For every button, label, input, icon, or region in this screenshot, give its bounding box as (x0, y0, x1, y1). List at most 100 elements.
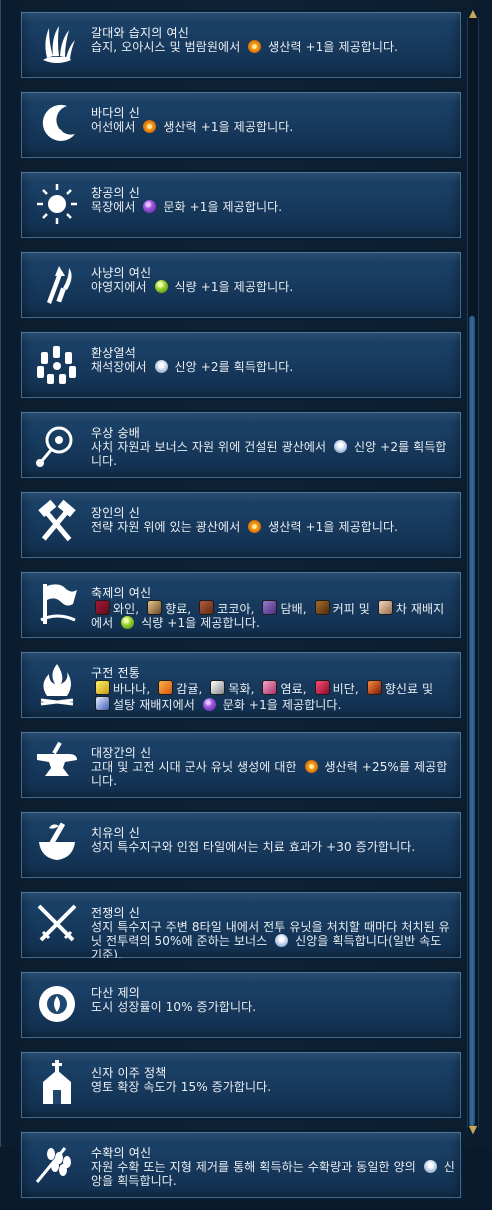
belief-description: 사치 자원과 보너스 자원 위에 건설된 광산에서 신앙 +2를 획득합니다. (91, 440, 455, 468)
incense-icon (147, 600, 163, 615)
marsh-reeds-icon (29, 16, 85, 72)
scrollbar[interactable] (467, 18, 479, 1128)
stone-circle-icon (29, 336, 85, 392)
description-text: 신앙 +2를 획득합니다. (170, 360, 294, 374)
mortar-pestle-icon (29, 816, 85, 872)
description-text: 코코아, (217, 602, 259, 616)
cocoa-icon (199, 600, 215, 615)
anvil-icon (29, 736, 85, 792)
description-text: 문화 +1을 제공합니다. (218, 698, 342, 712)
pantheon-panel: 갈대와 습지의 여신 습지, 오아시스 및 범람원에서 생산력 +1을 제공합니다… (0, 0, 492, 1200)
belief-title: 구전 전통 (91, 666, 140, 680)
description-text: 생산력 +1을 제공합니다. (264, 40, 399, 54)
scroll-thumb[interactable] (469, 316, 475, 1126)
belief-card[interactable]: 바다의 신 어선에서 생산력 +1을 제공합니다. (19, 90, 463, 160)
crossed-swords-icon (29, 896, 85, 952)
description-text: 채석장에서 (91, 360, 151, 374)
belief-card[interactable]: 전쟁의 신 성지 특수지구 주변 8타일 내에서 전투 유닛을 처치할 때마다 처… (19, 890, 463, 960)
description-text: 목장에서 (91, 200, 140, 214)
description-text: 성지 특수지구와 인접 타일에서는 치료 효과가 +30 증가합니다. (91, 840, 416, 854)
belief-card[interactable]: 수확의 여신 자원 수확 또는 지형 제거를 통해 획득하는 수확량과 동일한 양… (19, 1130, 463, 1200)
belief-title: 창공의 신 (91, 186, 140, 200)
description-text: 목화, (228, 682, 259, 696)
belief-card[interactable]: 환상열석 채석장에서 신앙 +2를 획득합니다. (19, 330, 463, 400)
crescent-waves-icon (29, 96, 85, 152)
scroll-down-arrow-icon[interactable]: ▼ (467, 1124, 479, 1136)
coffee-icon (314, 600, 330, 615)
belief-title: 다산 제의 (91, 986, 140, 1000)
culture-icon (202, 698, 216, 711)
belief-description: 고대 및 고전 시대 군사 유닛 생성에 대한 생산력 +25%를 제공합니다. (91, 760, 455, 788)
description-text: 전략 자원 위에 있는 광산에서 (91, 520, 245, 534)
description-text: 생산력 +1을 제공합니다. (264, 520, 399, 534)
belief-title: 우상 숭배 (91, 426, 140, 440)
belief-description: 영토 확장 속도가 15% 증가합니다. (91, 1080, 455, 1094)
description-text: 생산력 +1을 제공합니다. (159, 120, 294, 134)
silk-icon (314, 680, 330, 695)
belief-description: 와인, 향료, 코코아, 담배, 커피 및 차 재배지에서 식량 +1을 제공합… (91, 600, 455, 630)
belief-title: 사냥의 여신 (91, 266, 152, 280)
tobacco-icon (262, 600, 278, 615)
belief-title: 갈대와 습지의 여신 (91, 26, 189, 40)
belief-description: 목장에서 문화 +1을 제공합니다. (91, 200, 455, 214)
food-icon (121, 616, 135, 629)
belief-card[interactable]: 갈대와 습지의 여신 습지, 오아시스 및 범람원에서 생산력 +1을 제공합니다… (19, 10, 463, 80)
description-text: 염료, (280, 682, 311, 696)
production-icon (248, 520, 262, 533)
belief-description: 성지 특수지구와 인접 타일에서는 치료 효과가 +30 증가합니다. (91, 840, 455, 854)
description-text: 비단, (332, 682, 363, 696)
banana-icon (95, 680, 110, 695)
sugar-icon (95, 696, 110, 711)
cotton-icon (210, 680, 226, 695)
description-text: 문화 +1을 제공합니다. (159, 200, 283, 214)
citrus-icon (158, 680, 174, 695)
belief-card[interactable]: 축제의 여신 와인, 향료, 코코아, 담배, 커피 및 차 재배지에서 식량 +… (19, 570, 463, 640)
belief-description: 전략 자원 위에 있는 광산에서 생산력 +1을 제공합니다. (91, 520, 455, 534)
campfire-icon (29, 656, 85, 712)
belief-card[interactable]: 다산 제의 도시 성장률이 10% 증가합니다. (19, 970, 463, 1040)
belief-card[interactable]: 우상 숭배 사치 자원과 보너스 자원 위에 건설된 광산에서 신앙 +2를 획득… (19, 410, 463, 480)
belief-card[interactable]: 구전 전통 바나나, 감귤, 목화, 염료, 비단, 향신료 및 설탕 재배지에서… (19, 650, 463, 720)
prayer-beads-icon (29, 416, 85, 472)
faith-icon (334, 440, 348, 453)
belief-description: 어선에서 생산력 +1을 제공합니다. (91, 120, 455, 134)
description-text: 커피 및 (332, 602, 374, 616)
sun-icon (29, 176, 85, 232)
tea-icon (377, 600, 393, 615)
belief-card[interactable]: 장인의 신 전략 자원 위에 있는 광산에서 생산력 +1을 제공합니다. (19, 490, 463, 560)
belief-card[interactable]: 신자 이주 정책 영토 확장 속도가 15% 증가합니다. (19, 1050, 463, 1120)
description-text: 담배, (280, 602, 311, 616)
description-text: 자원 수확 또는 지형 제거를 통해 획득하는 수확량과 동일한 양의 (91, 1160, 420, 1174)
description-text: 습지, 오아시스 및 범람원에서 (91, 40, 245, 54)
description-text: 어선에서 (91, 120, 140, 134)
belief-description: 바나나, 감귤, 목화, 염료, 비단, 향신료 및 설탕 재배지에서 문화 +… (91, 680, 455, 712)
belief-description: 도시 성장률이 10% 증가합니다. (91, 1000, 455, 1014)
belief-card[interactable]: 치유의 신 성지 특수지구와 인접 타일에서는 치료 효과가 +30 증가합니다. (19, 810, 463, 880)
production-icon (304, 760, 318, 773)
production-icon (143, 120, 157, 133)
faith-icon (154, 360, 168, 373)
crossed-hammers-icon (29, 496, 85, 552)
description-text: 사치 자원과 보너스 자원 위에 건설된 광산에서 (91, 440, 331, 454)
belief-title: 신자 이주 정책 (91, 1066, 167, 1080)
description-text: 고대 및 고전 시대 군사 유닛 생성에 대한 (91, 760, 301, 774)
belief-description: 채석장에서 신앙 +2를 획득합니다. (91, 360, 455, 374)
belief-description: 자원 수확 또는 지형 제거를 통해 획득하는 수확량과 동일한 양의 신앙을 … (91, 1160, 455, 1188)
chapel-icon (29, 1056, 85, 1112)
belief-card[interactable]: 대장간의 신 고대 및 고전 시대 군사 유닛 생성에 대한 생산력 +25%를 … (19, 730, 463, 800)
belief-title: 대장간의 신 (91, 746, 152, 760)
description-text: 도시 성장률이 10% 증가합니다. (91, 1000, 257, 1014)
grain-harvest-icon (29, 1136, 85, 1192)
lotus-flower-icon (29, 976, 85, 1032)
belief-title: 환상열석 (91, 346, 136, 360)
belief-title: 전쟁의 신 (91, 906, 140, 920)
belief-title: 축제의 여신 (91, 586, 152, 600)
belief-card[interactable]: 사냥의 여신 야영지에서 식량 +1을 제공합니다. (19, 250, 463, 320)
dye-icon (262, 680, 278, 695)
description-text: 향료, (165, 602, 196, 616)
culture-icon (143, 200, 157, 213)
description-text: 향신료 및 (384, 682, 434, 696)
belief-title: 장인의 신 (91, 506, 140, 520)
belief-title: 바다의 신 (91, 106, 140, 120)
belief-card[interactable]: 창공의 신 목장에서 문화 +1을 제공합니다. (19, 170, 463, 240)
